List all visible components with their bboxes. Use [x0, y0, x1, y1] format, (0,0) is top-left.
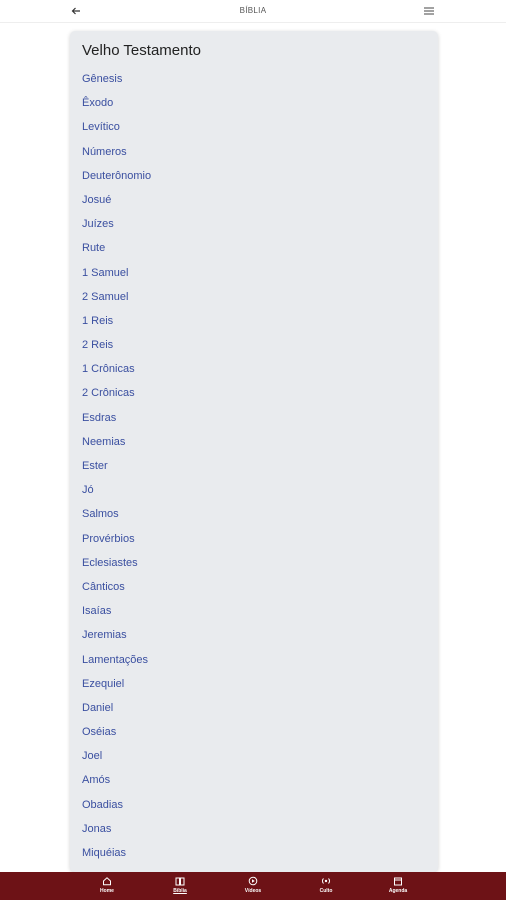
nav-culto[interactable]: Culto [301, 876, 351, 894]
book-link[interactable]: Jeremias [82, 625, 151, 649]
book-link[interactable]: Obadias [82, 795, 151, 819]
book-link[interactable]: 1 Samuel [82, 263, 151, 287]
book-link[interactable]: Miquéias [82, 843, 151, 867]
home-icon [103, 877, 111, 886]
old-testament-card: Velho Testamento Gênesis Êxodo Levítico … [70, 31, 438, 872]
nav-label-home: Home [100, 888, 114, 894]
book-link[interactable]: Cânticos [82, 577, 151, 601]
book-link[interactable]: Jó [82, 480, 151, 504]
book-link[interactable]: Levítico [82, 117, 151, 141]
nav-label-videos: Vídeos [244, 888, 262, 894]
book-link[interactable]: Josué [82, 190, 151, 214]
nav-home[interactable]: Home [82, 876, 132, 894]
top-app-bar: BÍBLIA [0, 0, 506, 23]
calendar-icon [394, 877, 402, 886]
section-title: Velho Testamento [82, 42, 201, 59]
book-link[interactable]: Isaías [82, 601, 151, 625]
book-icon [175, 877, 185, 886]
book-link[interactable]: Ezequiel [82, 674, 151, 698]
book-link[interactable]: Números [82, 142, 151, 166]
nav-label-culto: Culto [319, 888, 333, 894]
book-list: Gênesis Êxodo Levítico Números Deuterôno… [82, 69, 151, 867]
book-link[interactable]: Salmos [82, 504, 151, 528]
book-link[interactable]: Daniel [82, 698, 151, 722]
book-link[interactable]: Ester [82, 456, 151, 480]
nav-label-agenda: Agenda [388, 888, 408, 894]
book-link[interactable]: Deuterônomio [82, 166, 151, 190]
book-link[interactable]: Oséias [82, 722, 151, 746]
book-link[interactable]: 1 Reis [82, 311, 151, 335]
book-link[interactable]: Rute [82, 238, 151, 262]
book-link[interactable]: Neemias [82, 432, 151, 456]
video-icon [248, 876, 258, 886]
nav-agenda[interactable]: Agenda [373, 876, 423, 894]
book-link[interactable]: Amós [82, 770, 151, 794]
book-link[interactable]: Jonas [82, 819, 151, 843]
hamburger-menu-icon [424, 7, 434, 15]
book-link[interactable]: 2 Samuel [82, 287, 151, 311]
book-link[interactable]: Gênesis [82, 69, 151, 93]
nav-label-biblia: Bíblia [173, 888, 187, 894]
book-link[interactable]: Provérbios [82, 529, 151, 553]
book-link[interactable]: Esdras [82, 408, 151, 432]
book-link[interactable]: Êxodo [82, 93, 151, 117]
bottom-navigation: Home Bíblia Vídeos Culto Agenda [0, 872, 506, 900]
book-link[interactable]: Joel [82, 746, 151, 770]
book-link[interactable]: 1 Crônicas [82, 359, 151, 383]
book-link[interactable]: Lamentações [82, 650, 151, 674]
broadcast-icon [321, 878, 331, 884]
book-link[interactable]: 2 Reis [82, 335, 151, 359]
menu-button[interactable] [422, 5, 436, 17]
book-link[interactable]: 2 Crônicas [82, 383, 151, 407]
book-link[interactable]: Eclesiastes [82, 553, 151, 577]
nav-biblia[interactable]: Bíblia [155, 876, 205, 894]
book-link[interactable]: Juízes [82, 214, 151, 238]
nav-videos[interactable]: Vídeos [228, 876, 278, 894]
